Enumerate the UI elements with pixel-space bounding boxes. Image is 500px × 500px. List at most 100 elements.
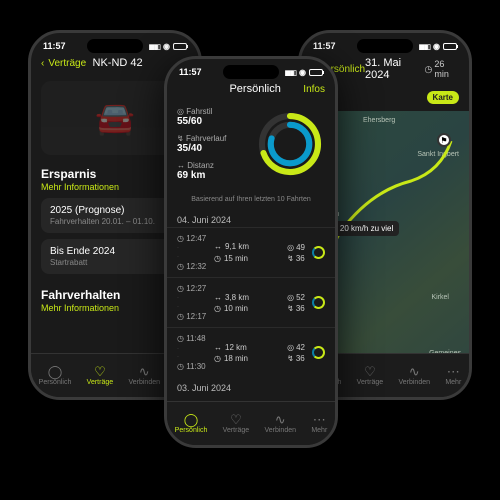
trip-details: ↔ 9,1 km◷ 15 min bbox=[214, 241, 280, 263]
date-header: 04. Juni 2024 bbox=[167, 209, 335, 227]
metric-value: 55/60 bbox=[177, 116, 247, 127]
metric-label: Distanz bbox=[187, 161, 214, 170]
tab-connect[interactable]: ∿Verbinden bbox=[264, 413, 296, 434]
battery-icon bbox=[443, 43, 457, 50]
tab-bar: ◯Persönlich ♡Verträge ∿Verbinden ⋯Mehr bbox=[167, 401, 335, 445]
tab-label: Verbinden bbox=[264, 427, 296, 434]
distance-icon: ↔ bbox=[214, 241, 222, 252]
page-title: NK-ND 42 bbox=[93, 57, 143, 69]
wifi-icon bbox=[433, 41, 440, 51]
distance-icon: ↔ bbox=[177, 161, 187, 170]
trip-times: ◷ 12:27··◷ 12:17 bbox=[177, 283, 207, 322]
car-icon: 🚘 bbox=[95, 99, 135, 137]
duration-value: 26 min bbox=[434, 59, 459, 79]
clock-icon: ◷ bbox=[425, 64, 433, 75]
tab-personal[interactable]: ◯Persönlich bbox=[175, 413, 208, 434]
page-title: 31. Mai 2024 bbox=[365, 57, 424, 81]
tab-label: Verträge bbox=[87, 379, 113, 386]
metric-trip-history: ↯ Fahrverlauf35/40 bbox=[177, 134, 247, 154]
wifi-icon bbox=[163, 41, 170, 51]
shield-icon: ♡ bbox=[94, 365, 106, 378]
route-icon: ↯ bbox=[287, 354, 294, 363]
more-icon: ⋯ bbox=[447, 365, 460, 378]
steering-icon: ◎ bbox=[287, 293, 294, 302]
tab-connect[interactable]: ∿Verbinden bbox=[398, 365, 430, 386]
destination-marker: ⚑ bbox=[437, 133, 451, 147]
tab-more[interactable]: ⋯Mehr bbox=[311, 413, 327, 434]
date-header: 03. Juni 2024 bbox=[167, 377, 335, 395]
trip-scores: ◎ 49↯ 36 bbox=[287, 243, 305, 263]
info-button[interactable]: Infos bbox=[303, 84, 325, 95]
trip-row[interactable]: ◷ 12:27··◷ 12:17 ↔ 3,8 km◷ 10 min ◎ 52↯ … bbox=[167, 277, 335, 327]
signal-icon bbox=[285, 67, 296, 77]
tab-personal[interactable]: ◯Persönlich bbox=[39, 365, 72, 386]
clock-icon: ◷ bbox=[214, 253, 221, 264]
notch bbox=[223, 65, 279, 79]
notch bbox=[357, 39, 413, 53]
status-time: 11:57 bbox=[313, 41, 336, 51]
row-title: 2025 (Prognose) bbox=[50, 205, 155, 216]
tab-label: Mehr bbox=[445, 379, 461, 386]
trip-details: ↔ 12 km◷ 18 min bbox=[214, 342, 280, 364]
score-donut-icon bbox=[312, 246, 325, 259]
row-subtitle: Fahrverhalten 20.01. – 01.10. bbox=[50, 217, 155, 226]
distance-icon: ↔ bbox=[214, 292, 222, 303]
trip-scores: ◎ 52↯ 36 bbox=[287, 293, 305, 313]
distance-icon: ↔ bbox=[214, 342, 222, 353]
status-time: 11:57 bbox=[43, 41, 66, 51]
metric-label: Fahrverlauf bbox=[186, 134, 226, 143]
duration-badge: ◷26 min bbox=[425, 59, 459, 79]
chevron-left-icon: ‹ bbox=[41, 58, 44, 69]
tab-more[interactable]: ⋯Mehr bbox=[445, 365, 461, 386]
signal-icon bbox=[419, 41, 430, 51]
trip-times: ◷ 11:48··◷ 11:30 bbox=[177, 333, 207, 372]
link-icon: ∿ bbox=[409, 365, 420, 378]
tab-label: Verbinden bbox=[398, 379, 430, 386]
metrics-list: ◎ Fahrstil55/60 ↯ Fahrverlauf35/40 ↔ Dis… bbox=[177, 107, 247, 188]
steering-icon: ◎ bbox=[287, 343, 294, 352]
trip-row[interactable]: ◷ 11:48··◷ 11:30 ↔ 12 km◷ 18 min ◎ 42↯ 3… bbox=[167, 327, 335, 377]
row-title: Bis Ende 2024 bbox=[50, 246, 115, 257]
tab-contracts[interactable]: ♡Verträge bbox=[223, 413, 249, 434]
shield-icon: ♡ bbox=[364, 365, 376, 378]
overview-note: Basierend auf Ihren letzten 10 Fahrten bbox=[167, 196, 335, 209]
trip-row[interactable]: ◷ 12:47··◷ 12:32 ↔ 9,1 km◷ 15 min ◎ 49↯ … bbox=[167, 227, 335, 277]
overview-panel: ◎ Fahrstil55/60 ↯ Fahrverlauf35/40 ↔ Dis… bbox=[167, 99, 335, 196]
more-icon: ⋯ bbox=[313, 413, 326, 426]
person-icon: ◯ bbox=[184, 413, 199, 426]
tab-label: Mehr bbox=[311, 427, 327, 434]
map-tab[interactable]: Karte bbox=[427, 91, 459, 104]
page-title: Persönlich bbox=[229, 83, 280, 95]
metric-value: 69 km bbox=[177, 170, 247, 181]
trip-list: ◷ 12:47··◷ 12:32 ↔ 9,1 km◷ 15 min ◎ 49↯ … bbox=[167, 227, 335, 377]
tab-label: Persönlich bbox=[175, 427, 208, 434]
route-icon: ↯ bbox=[287, 304, 294, 313]
notch bbox=[87, 39, 143, 53]
metric-label: Fahrstil bbox=[186, 107, 212, 116]
steering-icon: ◎ bbox=[177, 107, 186, 116]
route-icon: ↯ bbox=[177, 134, 186, 143]
battery-icon bbox=[309, 69, 323, 76]
metric-driving-style: ◎ Fahrstil55/60 bbox=[177, 107, 247, 127]
status-time: 11:57 bbox=[179, 67, 202, 77]
back-label: Verträge bbox=[48, 58, 86, 69]
clock-icon: ◷ bbox=[214, 303, 221, 314]
back-button[interactable]: ‹ Verträge bbox=[41, 58, 86, 69]
score-donut-icon bbox=[312, 296, 325, 309]
shield-icon: ♡ bbox=[230, 413, 242, 426]
tab-label: Verträge bbox=[223, 427, 249, 434]
tab-label: Verträge bbox=[357, 379, 383, 386]
metric-value: 35/40 bbox=[177, 143, 247, 154]
tab-contracts[interactable]: ♡Verträge bbox=[87, 365, 113, 386]
tab-connect[interactable]: ∿Verbinden bbox=[128, 365, 160, 386]
tab-label: Persönlich bbox=[39, 379, 72, 386]
score-donut-icon bbox=[312, 346, 325, 359]
trip-scores: ◎ 42↯ 36 bbox=[287, 343, 305, 363]
clock-icon: ◷ bbox=[214, 353, 221, 364]
link-icon: ∿ bbox=[275, 413, 286, 426]
signal-icon bbox=[149, 41, 160, 51]
tab-contracts[interactable]: ♡Verträge bbox=[357, 365, 383, 386]
metric-distance: ↔ Distanz69 km bbox=[177, 161, 247, 181]
person-icon: ◯ bbox=[48, 365, 63, 378]
tab-label: Verbinden bbox=[128, 379, 160, 386]
